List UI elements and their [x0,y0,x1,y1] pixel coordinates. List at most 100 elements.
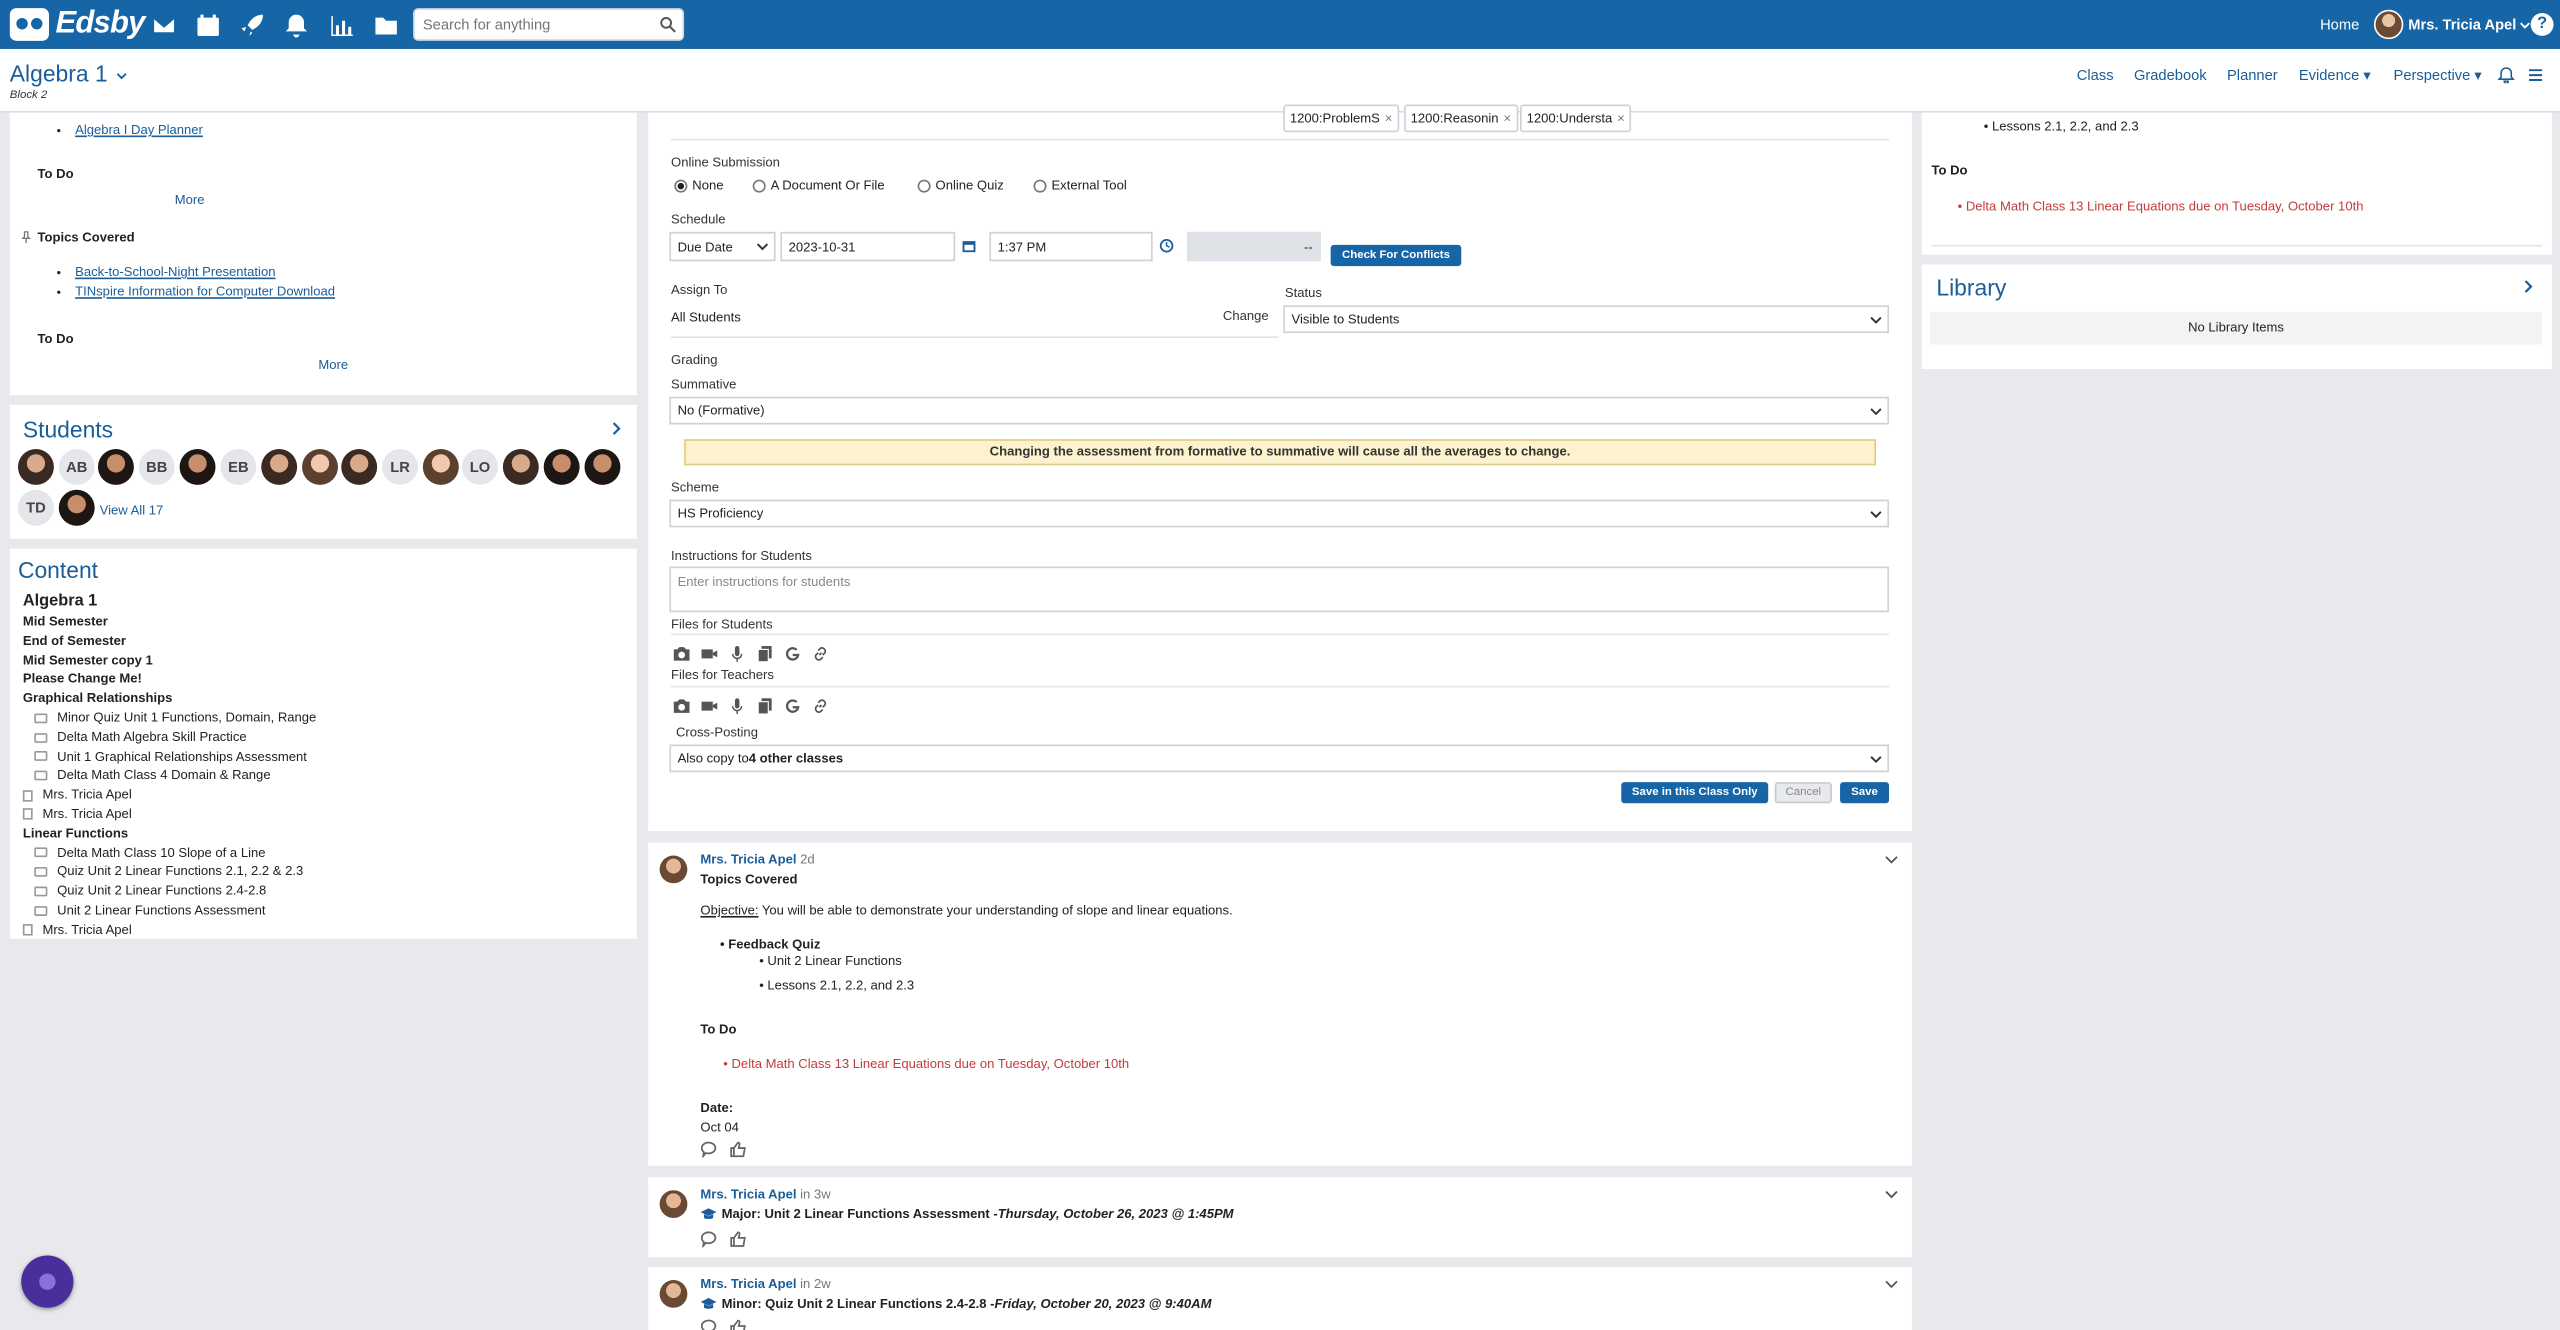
nav-gradebook[interactable]: Gradebook [2134,67,2207,83]
post-title[interactable]: Major: Unit 2 Linear Functions Assessmen… [700,1207,1234,1221]
back-to-school-link[interactable]: Back-to-School-Night Presentation [75,264,275,279]
cross-posting-select[interactable]: Also copy to 4 other classes [669,744,1890,773]
chevron-down-icon[interactable] [1884,1277,1899,1292]
edsby-logo[interactable]: Edsby [9,7,145,43]
content-item[interactable]: Delta Math Algebra Skill Practice [23,728,316,747]
comment-icon[interactable] [700,1141,717,1158]
content-item[interactable]: Mrs. Tricia Apel [22,805,316,824]
search-box[interactable] [413,8,685,41]
content-item[interactable]: Unit 1 Graphical Relationships Assessmen… [23,747,316,766]
author-name[interactable]: Mrs. Tricia Apel [700,1187,796,1202]
student-avatar[interactable]: EB [220,448,257,485]
rocket-icon[interactable] [238,11,264,37]
outcome-tag[interactable]: 1200:Understa × [1520,104,1632,133]
content-item[interactable]: Mid Semester [23,612,316,631]
student-avatar[interactable] [58,489,95,526]
check-conflicts-button[interactable]: Check For Conflicts [1330,244,1462,267]
content-item[interactable]: Mrs. Tricia Apel [22,786,316,805]
nav-perspective[interactable]: Perspective ▾ [2394,67,2482,85]
microphone-icon[interactable] [725,696,748,716]
notification-bell-icon[interactable] [2498,67,2515,84]
student-avatar[interactable] [543,448,580,485]
help-button[interactable]: ? [2530,13,2554,36]
student-avatar[interactable]: BB [138,448,175,485]
nav-class[interactable]: Class [2077,67,2114,83]
author-avatar[interactable] [659,855,688,884]
student-avatar[interactable] [302,448,338,485]
student-avatar[interactable]: LO [462,448,498,485]
camera-icon[interactable] [669,696,692,716]
content-item[interactable]: Minor Quiz Unit 1 Functions, Domain, Ran… [23,709,316,728]
remove-tag-icon[interactable]: × [1617,111,1625,126]
chevron-down-icon[interactable] [1884,1187,1899,1202]
content-item[interactable]: Linear Functions [23,824,316,843]
author-name[interactable]: Mrs. Tricia Apel [700,1277,796,1292]
copy-files-icon[interactable] [753,696,776,716]
student-avatar[interactable] [502,448,539,485]
remove-tag-icon[interactable]: × [1385,111,1393,126]
camera-icon[interactable] [669,643,692,663]
like-icon[interactable] [730,1319,746,1330]
nav-evidence[interactable]: Evidence ▾ [2299,67,2371,85]
clock-icon[interactable] [1159,238,1174,253]
chart-icon[interactable] [328,11,354,37]
time-input[interactable]: 1:37 PM [989,231,1153,262]
video-icon[interactable] [697,696,720,716]
student-avatar[interactable]: LR [382,448,418,485]
student-avatar[interactable] [17,448,54,485]
bell-icon[interactable] [282,11,308,37]
video-icon[interactable] [697,643,720,663]
search-input[interactable] [414,9,644,40]
scheme-select[interactable]: HS Proficiency [669,499,1890,528]
todo-item[interactable]: • Delta Math Class 13 Linear Equations d… [723,1056,1129,1071]
todo-item[interactable]: • Delta Math Class 13 Linear Equations d… [1958,199,2364,214]
chevron-right-icon[interactable] [2521,279,2536,294]
remove-tag-icon[interactable]: × [1503,111,1511,126]
google-drive-icon[interactable] [780,643,803,663]
user-menu[interactable]: Mrs. Tricia Apel [2373,9,2531,40]
search-icon[interactable] [660,16,676,33]
chevron-down-icon[interactable] [1884,852,1899,867]
calendar-icon[interactable] [962,238,977,253]
more-link[interactable]: More [175,193,205,208]
student-avatar[interactable] [97,448,134,485]
due-date-select[interactable]: Due Date [669,231,776,262]
link-icon[interactable] [808,643,831,663]
author-avatar[interactable] [659,1190,688,1218]
google-drive-icon[interactable] [780,696,803,716]
cancel-button[interactable]: Cancel [1774,782,1832,804]
view-all-students-link[interactable]: View All 17 [100,503,164,518]
comment-icon[interactable] [700,1319,717,1330]
class-title[interactable]: Algebra 1 [10,60,127,87]
content-item[interactable]: Delta Math Class 4 Domain & Range [23,766,316,785]
student-avatar[interactable] [422,448,459,485]
folder-icon[interactable] [372,11,398,37]
nav-planner[interactable]: Planner [2227,67,2278,83]
link-icon[interactable] [808,696,831,716]
instructions-textarea[interactable]: Enter instructions for students [669,566,1890,613]
post-title[interactable]: Minor: Quiz Unit 2 Linear Functions 2.4-… [700,1296,1211,1311]
chevron-right-icon[interactable] [609,421,624,436]
like-icon[interactable] [730,1141,746,1158]
student-avatar[interactable] [261,448,298,485]
radio-none[interactable]: None [674,178,723,193]
student-avatar[interactable] [584,448,621,485]
content-item[interactable]: End of Semester [23,632,316,651]
planner-link[interactable]: Algebra I Day Planner [75,122,203,137]
copy-files-icon[interactable] [753,643,776,663]
like-icon[interactable] [730,1231,746,1247]
content-item[interactable]: Quiz Unit 2 Linear Functions 2.4-2.8 [23,882,316,901]
more-link[interactable]: More [318,358,348,373]
students-title[interactable]: Students [23,416,113,442]
content-item[interactable]: Quiz Unit 2 Linear Functions 2.1, 2.2 & … [23,863,316,882]
library-title[interactable]: Library [1936,274,2006,300]
content-item[interactable]: Algebra 1 [23,591,316,612]
home-link[interactable]: Home [2320,16,2359,32]
microphone-icon[interactable] [725,643,748,663]
date-input[interactable]: 2023-10-31 [780,231,956,262]
tinspire-link[interactable]: TINspire Information for Computer Downlo… [75,284,335,299]
comment-icon[interactable] [700,1231,717,1248]
author-name[interactable]: Mrs. Tricia Apel [700,852,796,867]
student-avatar[interactable]: AB [58,448,95,485]
calendar-icon[interactable] [194,11,220,37]
